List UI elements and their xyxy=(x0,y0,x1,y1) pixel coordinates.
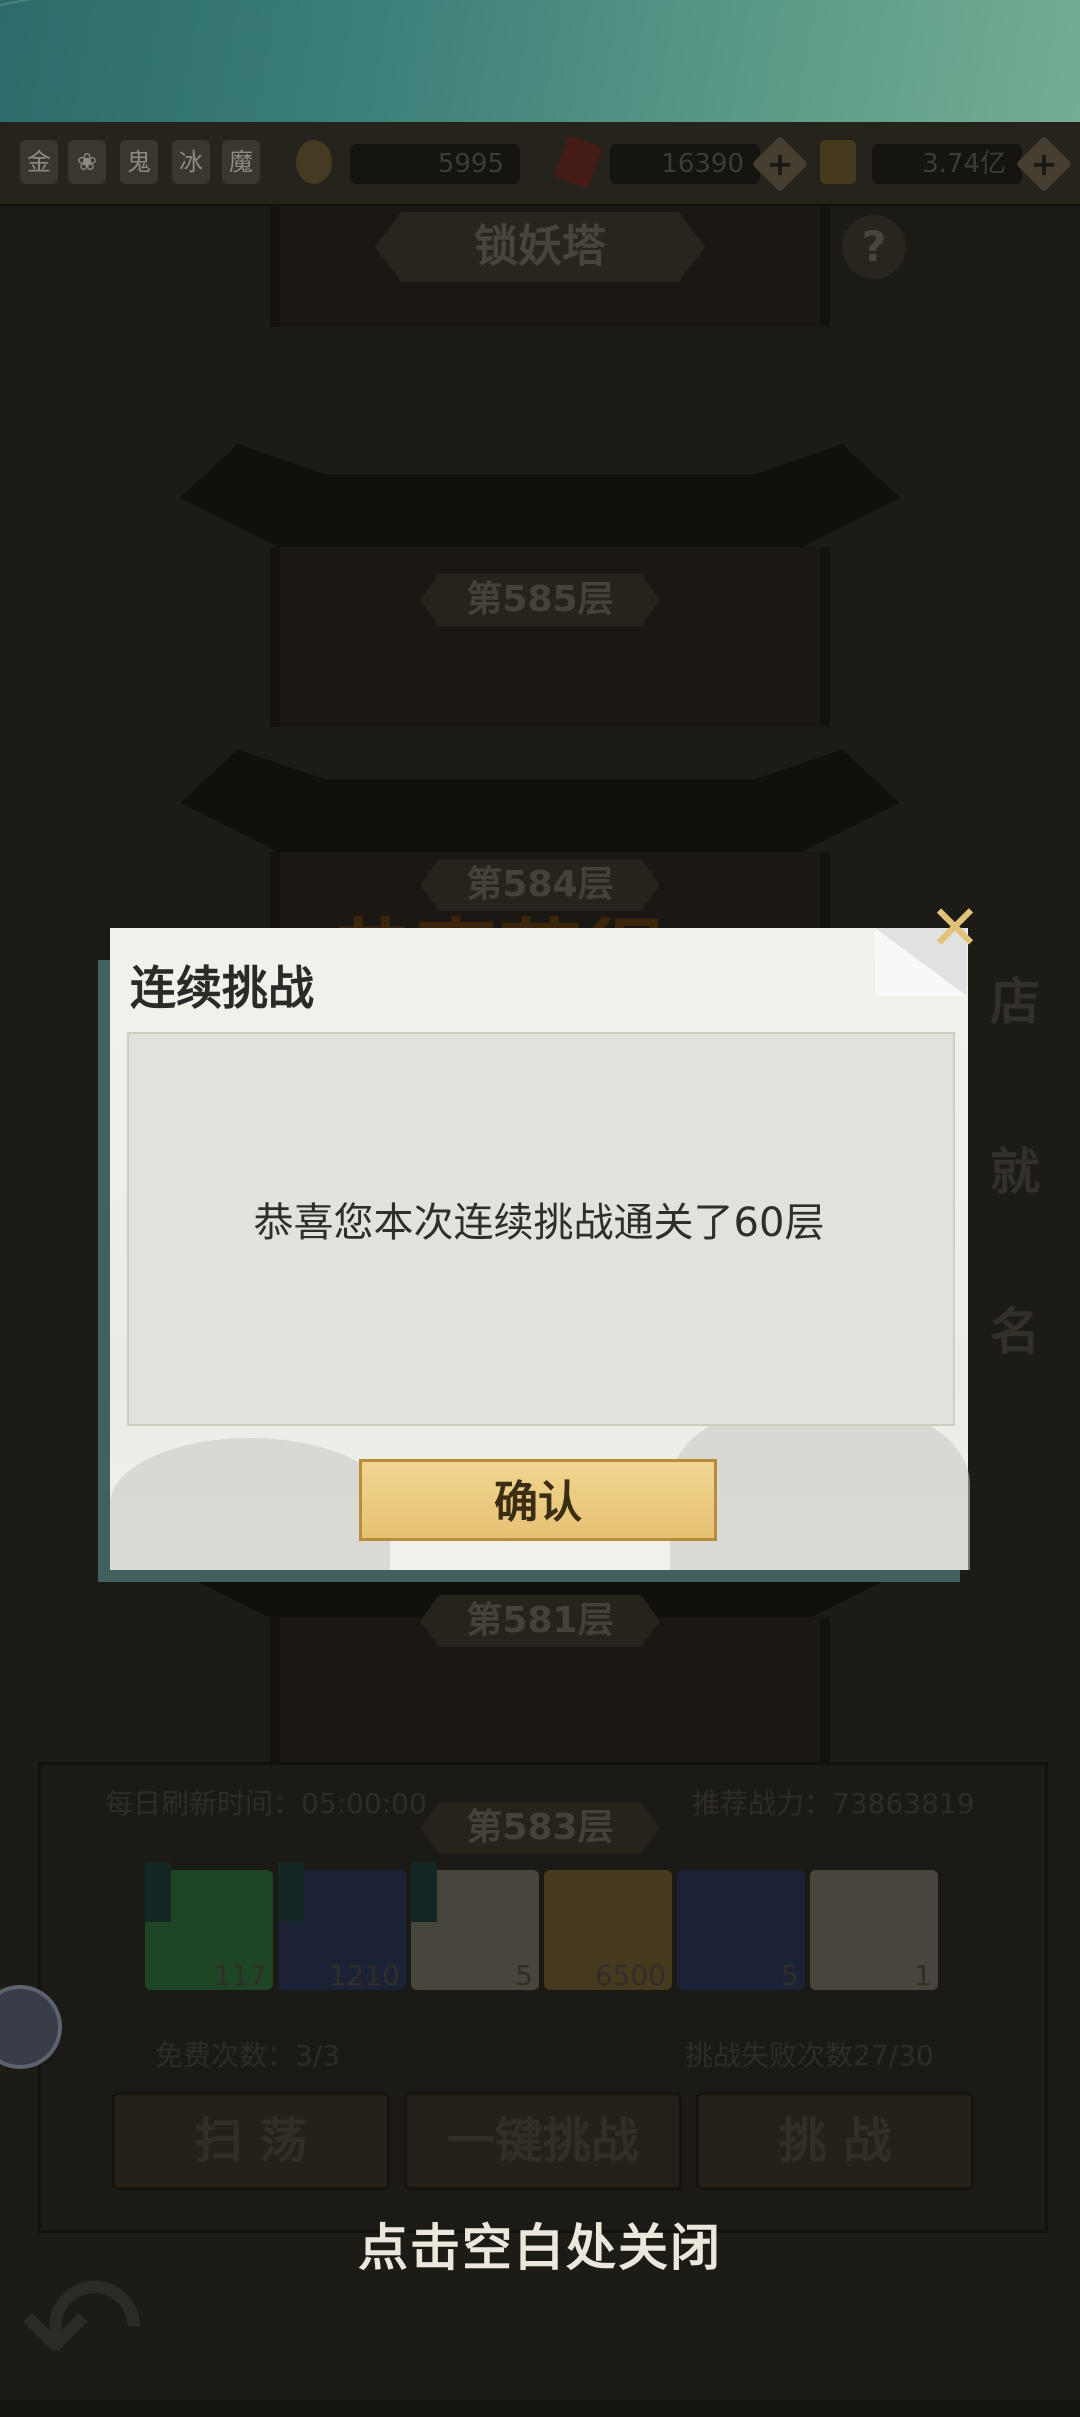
close-icon[interactable]: ✕ xyxy=(925,897,985,959)
dialog-title: 连续挑战 xyxy=(130,961,314,1015)
confirm-button[interactable]: 确认 xyxy=(359,1459,717,1541)
back-arrow-icon[interactable]: ↶ xyxy=(20,2255,200,2405)
wave-decoration xyxy=(0,0,1080,122)
top-banner xyxy=(0,0,1080,122)
close-hint: 点击空白处关闭 xyxy=(358,2219,722,2277)
dialog-message: 恭喜您本次连续挑战通关了60层 xyxy=(253,1200,825,1246)
mountain-decoration xyxy=(110,1438,390,1570)
